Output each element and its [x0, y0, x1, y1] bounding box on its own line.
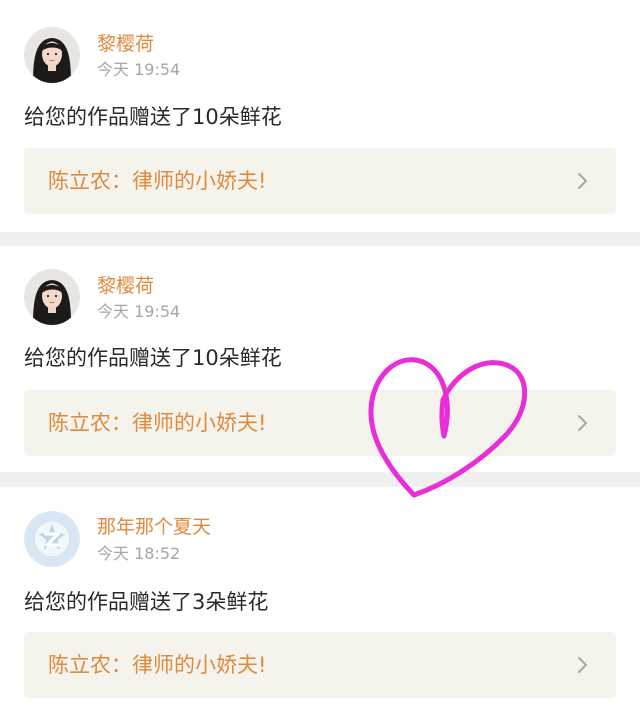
chevron-right-icon [578, 415, 587, 431]
sender-name[interactable]: 黎樱荷 [97, 274, 154, 298]
gift-notification-feed: 黎樱荷 今天 19:54 给您的作品赠送了10朵鲜花 陈立农：律师的小娇夫! 黎… [0, 0, 640, 711]
user-photo-avatar-icon [24, 27, 80, 83]
work-title: 陈立农：律师的小娇夫! [48, 169, 267, 193]
sender-name[interactable]: 黎樱荷 [97, 32, 154, 56]
sender-avatar[interactable] [24, 511, 80, 567]
gift-notification-card: 黎樱荷 今天 19:54 给您的作品赠送了10朵鲜花 陈立农：律师的小娇夫! [0, 246, 640, 472]
gift-message: 给您的作品赠送了3朵鲜花 [24, 590, 269, 614]
work-title: 陈立农：律师的小娇夫! [48, 411, 267, 435]
gift-message: 给您的作品赠送了10朵鲜花 [24, 346, 282, 370]
timestamp: 今天 19:54 [97, 60, 181, 79]
sender-name[interactable]: 那年那个夏天 [97, 515, 211, 539]
chevron-right-icon [578, 173, 587, 189]
sender-avatar[interactable] [24, 27, 80, 83]
work-link-button[interactable]: 陈立农：律师的小娇夫! [24, 632, 616, 698]
default-z-avatar-icon [24, 511, 80, 567]
sender-avatar[interactable] [24, 269, 80, 325]
user-photo-avatar-icon [24, 269, 80, 325]
timestamp: 今天 18:52 [97, 544, 181, 563]
timestamp: 今天 19:54 [97, 302, 181, 321]
work-title: 陈立农：律师的小娇夫! [48, 653, 267, 677]
work-link-button[interactable]: 陈立农：律师的小娇夫! [24, 390, 616, 456]
gift-notification-card: 那年那个夏天 今天 18:52 给您的作品赠送了3朵鲜花 陈立农：律师的小娇夫! [0, 487, 640, 711]
gift-message: 给您的作品赠送了10朵鲜花 [24, 105, 282, 129]
chevron-right-icon [578, 657, 587, 673]
work-link-button[interactable]: 陈立农：律师的小娇夫! [24, 148, 616, 214]
gift-notification-card: 黎樱荷 今天 19:54 给您的作品赠送了10朵鲜花 陈立农：律师的小娇夫! [0, 0, 640, 232]
